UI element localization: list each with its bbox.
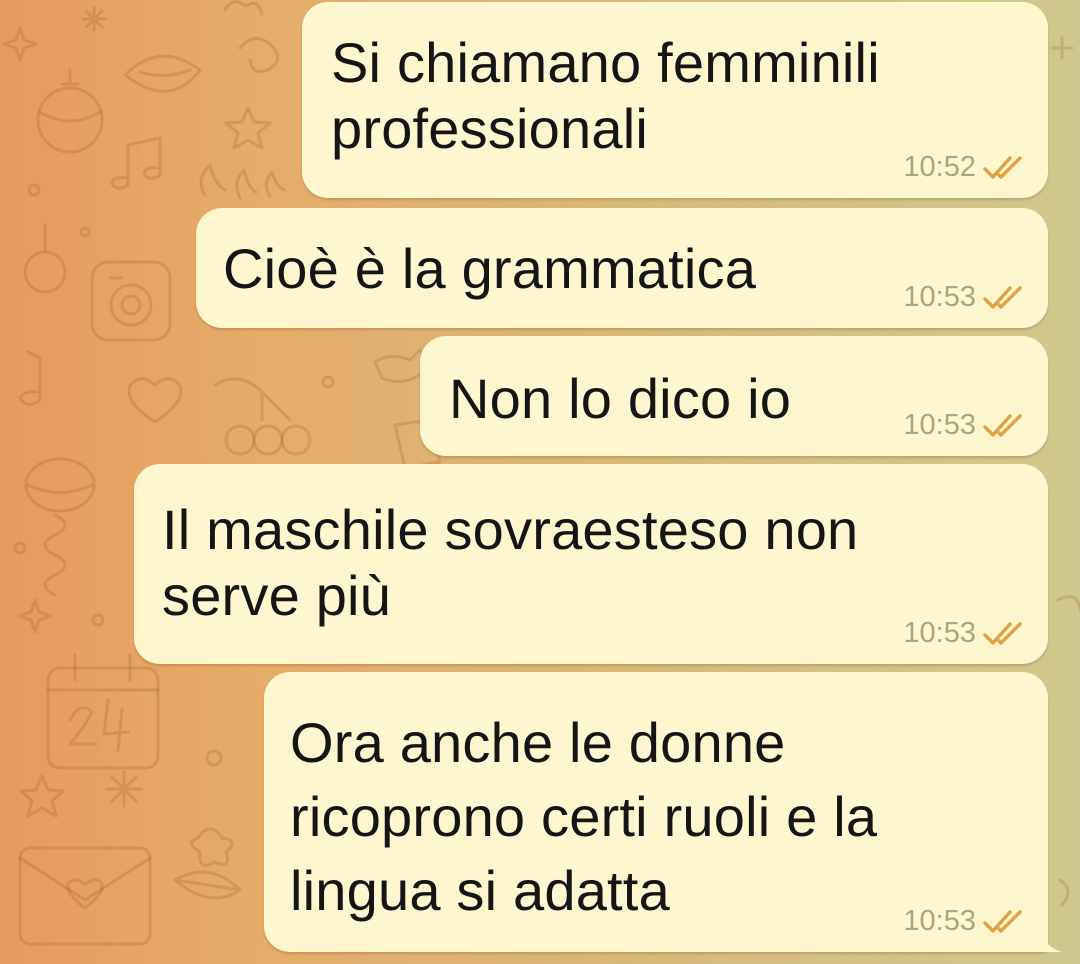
camera-icon [90, 260, 172, 342]
message-text: Ora anche le donne ricoprono certi ruoli… [290, 711, 878, 922]
ornament-icon [36, 68, 104, 154]
double-check-icon [983, 414, 1022, 437]
message-meta: 10:53 [903, 410, 1026, 440]
message-meta: 10:53 [903, 282, 1026, 312]
message-time: 10:53 [903, 409, 976, 441]
message-bubble-4[interactable]: Il maschile sovraesteso non serve più 10… [134, 464, 1048, 664]
message-bubble-2[interactable]: Cioè è la grammatica 10:53 [196, 208, 1048, 328]
flames-icon [199, 163, 286, 200]
double-check-icon [983, 286, 1022, 309]
sparkle-icon [2, 26, 38, 62]
message-meta: 10:52 [903, 152, 1026, 182]
message-bubble-1[interactable]: Si chiamano femminili professionali 10:5… [302, 2, 1048, 198]
bubble-tail [1040, 926, 1062, 952]
flower-icon [190, 827, 234, 867]
message-time: 10:53 [903, 281, 976, 313]
ornament-icon [1050, 36, 1074, 60]
star-icon [224, 106, 272, 150]
cloud-icon [223, 0, 264, 16]
star-icon [19, 774, 65, 818]
music-note-icon [18, 350, 42, 406]
message-bubble-3[interactable]: Non lo dico io 10:53 [420, 336, 1048, 456]
ornament-icon [23, 223, 67, 294]
snowflake-icon [105, 770, 143, 808]
message-text: Cioè è la grammatica [223, 237, 757, 300]
snowflake-icon [81, 6, 107, 32]
sparkle-icon [17, 598, 53, 634]
spring-icon [43, 513, 67, 597]
message-meta: 10:53 [903, 906, 1026, 936]
message-text: Si chiamano femminili professionali [331, 31, 880, 160]
double-check-icon [983, 622, 1022, 645]
message-text: Il maschile sovraesteso non serve più [162, 498, 859, 627]
leaf-icon [1056, 595, 1080, 612]
envelope-icon [18, 846, 152, 946]
ornament-icon [1058, 878, 1070, 907]
heart-icon [127, 377, 183, 424]
lips-icon [123, 54, 202, 93]
message-meta: 10:53 [903, 618, 1026, 648]
double-check-icon [983, 910, 1022, 933]
message-time: 10:53 [903, 905, 976, 937]
macaron-icon [24, 457, 96, 513]
double-check-icon [983, 156, 1022, 179]
calendar-icon [46, 653, 160, 770]
message-time: 10:52 [903, 151, 976, 183]
leaf-icon [173, 870, 242, 900]
message-bubble-5[interactable]: Ora anche le donne ricoprono certi ruoli… [264, 672, 1062, 952]
music-note-icon [110, 136, 162, 190]
cherries-icon [213, 377, 312, 456]
message-time: 10:53 [903, 617, 976, 649]
swirl-icon [238, 37, 280, 74]
message-text: Non lo dico io [449, 367, 792, 430]
